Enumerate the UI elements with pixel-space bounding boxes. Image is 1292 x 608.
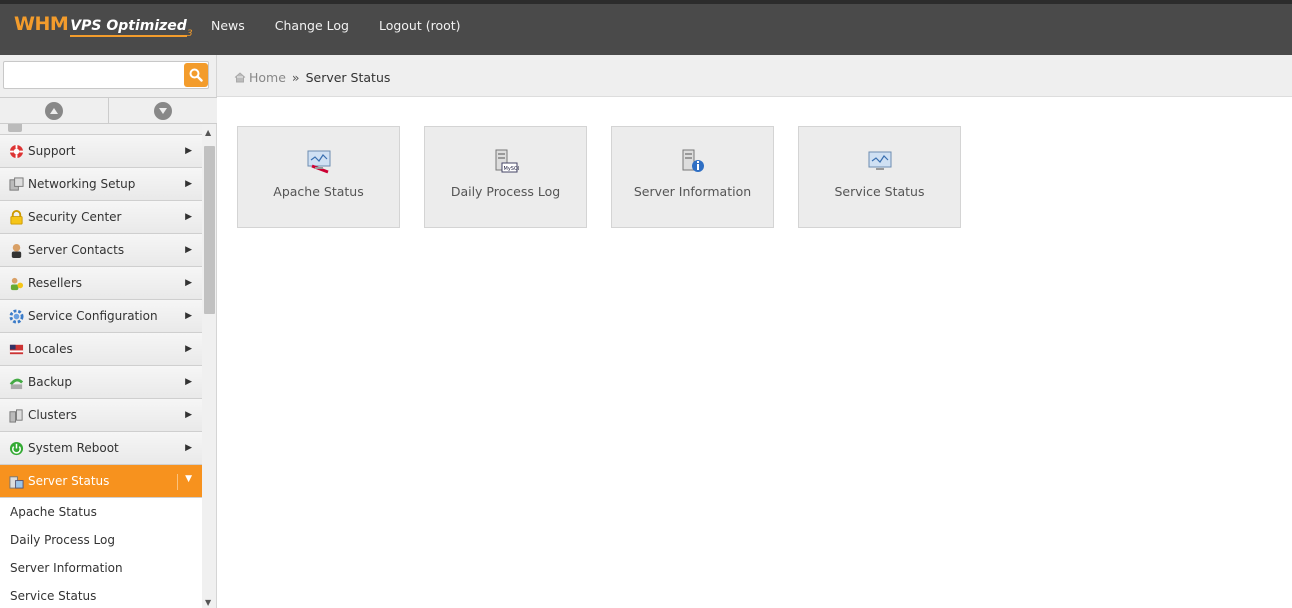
sidebar-item-resellers[interactable]: Resellers ▶ bbox=[0, 267, 202, 300]
sidebar-item-clusters[interactable]: Clusters ▶ bbox=[0, 399, 202, 432]
contact-icon bbox=[8, 242, 24, 258]
chevron-right-icon: ▶ bbox=[185, 377, 192, 387]
flag-icon bbox=[8, 341, 24, 357]
nav-news-link[interactable]: News bbox=[196, 18, 260, 33]
chevron-right-icon: ▶ bbox=[185, 344, 192, 354]
arrow-down-icon bbox=[154, 101, 172, 120]
sidebar-scroll-up-button[interactable] bbox=[0, 98, 109, 123]
network-icon bbox=[8, 176, 24, 192]
tile-label: Server Information bbox=[633, 184, 752, 199]
sidebar-item-backup[interactable]: Backup ▶ bbox=[0, 366, 202, 399]
mysql-log-icon: MySQL bbox=[492, 147, 520, 175]
chevron-right-icon: ▶ bbox=[185, 278, 192, 288]
tile-label: Service Status bbox=[834, 184, 925, 199]
lock-icon bbox=[8, 209, 24, 225]
submenu-server-information[interactable]: Server Information bbox=[0, 554, 202, 582]
sidebar: Support ▶ Networking Setup ▶ Security Ce… bbox=[0, 124, 217, 608]
sidebar-item-server-contacts[interactable]: Server Contacts ▶ bbox=[0, 234, 202, 267]
arrow-up-icon bbox=[45, 101, 63, 120]
breadcrumb-current: Server Status bbox=[305, 70, 391, 85]
chevron-right-icon: ▶ bbox=[185, 245, 192, 255]
submenu-apache-status[interactable]: Apache Status bbox=[0, 498, 202, 526]
search-button[interactable] bbox=[184, 63, 208, 87]
tile-server-information[interactable]: Server Information bbox=[611, 126, 774, 228]
chevron-right-icon: ▶ bbox=[185, 212, 192, 222]
scroll-up-arrow-icon[interactable]: ▲ bbox=[205, 128, 211, 137]
sidebar-item-networking-setup[interactable]: Networking Setup ▶ bbox=[0, 168, 202, 201]
chevron-right-icon: ▶ bbox=[185, 179, 192, 189]
submenu-service-status[interactable]: Service Status bbox=[0, 582, 202, 608]
breadcrumb: Home » Server Status bbox=[234, 70, 390, 85]
sidebar-scroll-down-button[interactable] bbox=[109, 98, 217, 123]
sidebar-scrollbar[interactable]: ▲ ▼ bbox=[202, 124, 216, 608]
sidebar-item-label: Service Configuration bbox=[28, 309, 158, 323]
backup-icon bbox=[8, 374, 24, 390]
tile-label: Apache Status bbox=[273, 184, 364, 199]
chevron-right-icon: ▶ bbox=[185, 443, 192, 453]
home-icon bbox=[234, 72, 246, 83]
sidebar-item-security-center[interactable]: Security Center ▶ bbox=[0, 201, 202, 234]
logo-version: 3 bbox=[186, 29, 193, 39]
breadcrumb-home-link[interactable]: Home bbox=[249, 70, 286, 85]
chevron-right-icon: ▶ bbox=[185, 146, 192, 156]
sidebar-item-service-configuration[interactable]: Service Configuration ▶ bbox=[0, 300, 202, 333]
sidebar-item-label: Server Status bbox=[28, 474, 110, 488]
top-bar: WHM VPS Optimized3 News Change Log Logout… bbox=[0, 0, 1292, 55]
chevron-right-icon: ▶ bbox=[185, 410, 192, 420]
sidebar-item-label: Support bbox=[28, 144, 76, 158]
reseller-icon bbox=[8, 275, 24, 291]
sidebar-item-label: Server Contacts bbox=[28, 243, 125, 257]
cluster-icon bbox=[8, 407, 24, 423]
sidebar-item-label: System Reboot bbox=[28, 441, 119, 455]
sidebar-scroll-controls bbox=[0, 97, 217, 124]
submenu-daily-process-log[interactable]: Daily Process Log bbox=[0, 526, 202, 554]
tile-service-status[interactable]: Service Status bbox=[798, 126, 961, 228]
breadcrumb-separator: » bbox=[291, 70, 300, 85]
search-input[interactable] bbox=[3, 61, 209, 89]
search-icon bbox=[189, 68, 203, 82]
scrollbar-thumb[interactable] bbox=[204, 146, 215, 314]
tile-label: Daily Process Log bbox=[450, 184, 561, 199]
breadcrumb-bar: Home » Server Status bbox=[217, 55, 1292, 97]
sidebar-item-label: Security Center bbox=[28, 210, 122, 224]
sidebar-item-label: Locales bbox=[28, 342, 73, 356]
sidebar-item-system-reboot[interactable]: System Reboot ▶ bbox=[0, 432, 202, 465]
partial-icon bbox=[8, 124, 22, 132]
top-nav: News Change Log Logout (root) bbox=[196, 18, 476, 33]
chevron-down-icon: ▼ bbox=[177, 474, 192, 490]
server-icon bbox=[8, 473, 24, 489]
chevron-right-icon: ▶ bbox=[185, 311, 192, 321]
sidebar-item-label: Resellers bbox=[28, 276, 83, 290]
sidebar-item-server-status[interactable]: Server Status ▼ bbox=[0, 465, 202, 498]
svg-text:MySQL: MySQL bbox=[503, 166, 519, 172]
nav-changelog-link[interactable]: Change Log bbox=[260, 18, 364, 33]
nav-logout-link[interactable]: Logout (root) bbox=[364, 18, 476, 33]
sidebar-menu: Support ▶ Networking Setup ▶ Security Ce… bbox=[0, 124, 202, 608]
tile-apache-status[interactable]: Apache Status bbox=[237, 126, 400, 228]
search-area bbox=[0, 55, 217, 97]
sidebar-item-support[interactable]: Support ▶ bbox=[0, 135, 202, 168]
power-icon bbox=[8, 440, 24, 456]
sidebar-item-locales[interactable]: Locales ▶ bbox=[0, 333, 202, 366]
sidebar-item-label: Backup bbox=[28, 375, 72, 389]
logo-sub: VPS Optimized bbox=[70, 18, 187, 37]
monitor-icon bbox=[866, 147, 894, 175]
sidebar-item-partial[interactable] bbox=[0, 124, 202, 135]
sidebar-item-label: Clusters bbox=[28, 408, 77, 422]
scroll-down-arrow-icon[interactable]: ▼ bbox=[205, 598, 211, 607]
sidebar-item-label: Networking Setup bbox=[28, 177, 136, 191]
logo-main: WHM bbox=[14, 13, 69, 35]
tile-daily-process-log[interactable]: MySQL Daily Process Log bbox=[424, 126, 587, 228]
apache-monitor-icon bbox=[305, 147, 333, 175]
support-icon bbox=[8, 143, 24, 159]
whm-logo[interactable]: WHM VPS Optimized3 bbox=[14, 13, 193, 45]
gear-icon bbox=[8, 308, 24, 324]
server-info-icon bbox=[679, 147, 707, 175]
